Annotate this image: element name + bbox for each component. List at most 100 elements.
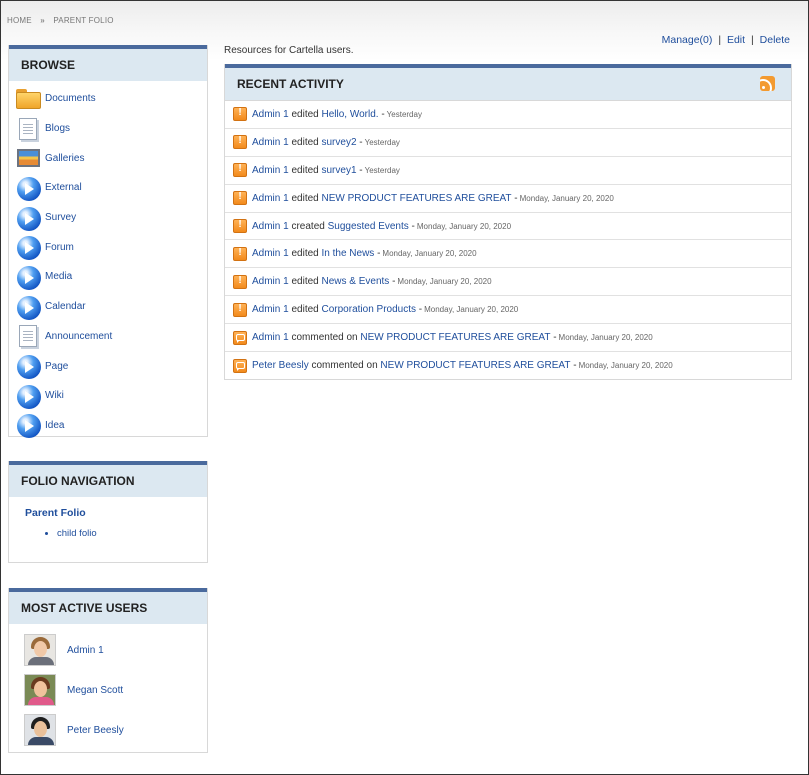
page-frame: HOME » PARENT FOLIO Manage(0) | Edit | D… bbox=[0, 0, 809, 775]
browse-item-label[interactable]: Media bbox=[45, 271, 72, 282]
browse-item-label[interactable]: External bbox=[45, 182, 82, 193]
globe-icon bbox=[16, 235, 42, 261]
activity-list: Admin 1 edited Hello, World. -Yesterday … bbox=[225, 101, 791, 380]
browse-item-label[interactable]: Survey bbox=[45, 212, 76, 223]
activity-user-link[interactable]: Admin 1 bbox=[252, 193, 289, 204]
alert-icon bbox=[233, 274, 247, 289]
activity-target-link[interactable]: NEW PRODUCT FEATURES ARE GREAT bbox=[380, 360, 570, 371]
browse-item-label[interactable]: Announcement bbox=[45, 331, 112, 342]
activity-target-link[interactable]: News & Events bbox=[322, 276, 390, 287]
activity-item: Admin 1 edited News & Events -Monday, Ja… bbox=[225, 268, 791, 297]
folio-child-item: child folio bbox=[57, 528, 207, 539]
admin-links: Manage(0) | Edit | Delete bbox=[662, 34, 790, 46]
browse-item-label[interactable]: Idea bbox=[45, 420, 64, 431]
breadcrumb-separator: » bbox=[40, 16, 45, 25]
user-name-link[interactable]: Peter Beesly bbox=[67, 725, 124, 736]
browse-item-label[interactable]: Forum bbox=[45, 242, 74, 253]
activity-target-link[interactable]: In the News bbox=[322, 248, 375, 259]
browse-item-announcement[interactable]: Announcement bbox=[16, 322, 207, 352]
activity-user-link[interactable]: Admin 1 bbox=[252, 109, 289, 120]
browse-item-label[interactable]: Galleries bbox=[45, 153, 84, 164]
alert-icon bbox=[233, 191, 247, 206]
document-icon bbox=[16, 324, 42, 348]
browse-item-label[interactable]: Page bbox=[45, 361, 68, 372]
active-users-box: MOST ACTIVE USERS Admin 1 Megan Scott Pe… bbox=[8, 588, 208, 753]
activity-action: edited bbox=[291, 276, 319, 288]
recent-activity-panel: RECENT ACTIVITY Admin 1 edited Hello, Wo… bbox=[224, 64, 792, 380]
activity-user-link[interactable]: Admin 1 bbox=[252, 137, 289, 148]
avatar[interactable] bbox=[24, 714, 56, 746]
alert-icon bbox=[233, 135, 247, 150]
activity-action: created bbox=[291, 220, 325, 232]
avatar[interactable] bbox=[24, 674, 56, 706]
browse-item-documents[interactable]: Documents bbox=[16, 84, 207, 114]
user-item: Admin 1 bbox=[24, 630, 207, 670]
activity-user-link[interactable]: Admin 1 bbox=[252, 332, 289, 343]
browse-item-label[interactable]: Documents bbox=[45, 93, 96, 104]
activity-item: Admin 1 commented on NEW PRODUCT FEATURE… bbox=[225, 324, 791, 353]
activity-user-link[interactable]: Admin 1 bbox=[252, 248, 289, 259]
browse-item-galleries[interactable]: Galleries bbox=[16, 143, 207, 173]
recent-activity-title: RECENT ACTIVITY bbox=[237, 77, 344, 91]
alert-icon bbox=[233, 302, 247, 317]
manage-link[interactable]: Manage(0) bbox=[662, 34, 713, 46]
globe-icon bbox=[16, 265, 42, 290]
activity-target-link[interactable]: survey2 bbox=[322, 137, 357, 148]
browse-item-idea[interactable]: Idea bbox=[16, 411, 207, 441]
activity-date: Monday, January 20, 2020 bbox=[397, 277, 492, 287]
avatar[interactable] bbox=[24, 634, 56, 666]
folio-parent-link[interactable]: Parent Folio bbox=[25, 507, 86, 519]
browse-item-media[interactable]: Media bbox=[16, 262, 207, 292]
breadcrumb-current: PARENT FOLIO bbox=[53, 16, 114, 25]
browse-box: BROWSE Documents Blogs Galleries Externa… bbox=[8, 45, 208, 439]
breadcrumb: HOME » PARENT FOLIO bbox=[7, 16, 114, 25]
alert-icon bbox=[233, 246, 247, 261]
activity-target-link[interactable]: Hello, World. bbox=[322, 109, 379, 120]
gallery-icon bbox=[16, 146, 42, 170]
user-name-link[interactable]: Megan Scott bbox=[67, 685, 123, 696]
activity-target-link[interactable]: Suggested Events bbox=[328, 221, 409, 232]
activity-date: Monday, January 20, 2020 bbox=[382, 249, 477, 259]
browse-item-external[interactable]: External bbox=[16, 173, 207, 203]
folio-child-link[interactable]: child folio bbox=[57, 528, 97, 539]
activity-target-link[interactable]: survey1 bbox=[322, 165, 357, 176]
comment-icon bbox=[233, 358, 247, 373]
browse-item-page[interactable]: Page bbox=[16, 351, 207, 381]
browse-item-label[interactable]: Wiki bbox=[45, 390, 64, 401]
activity-target-link[interactable]: NEW PRODUCT FEATURES ARE GREAT bbox=[322, 193, 512, 204]
admin-separator: | bbox=[718, 34, 722, 46]
browse-item-label[interactable]: Calendar bbox=[45, 301, 86, 312]
browse-item-forum[interactable]: Forum bbox=[16, 232, 207, 262]
user-item: Megan Scott bbox=[24, 670, 207, 710]
intro-text: Resources for Cartella users. bbox=[224, 45, 354, 56]
browse-item-survey[interactable]: Survey bbox=[16, 203, 207, 233]
activity-user-link[interactable]: Admin 1 bbox=[252, 304, 289, 315]
globe-icon bbox=[16, 295, 42, 320]
activity-date: Yesterday bbox=[364, 137, 400, 147]
rss-icon[interactable] bbox=[760, 76, 775, 91]
browse-title: BROWSE bbox=[9, 45, 207, 81]
document-icon bbox=[16, 117, 42, 141]
edit-link[interactable]: Edit bbox=[727, 34, 745, 46]
breadcrumb-home[interactable]: HOME bbox=[7, 16, 32, 25]
alert-icon bbox=[233, 219, 247, 233]
activity-date: Yesterday bbox=[364, 165, 400, 175]
browse-item-wiki[interactable]: Wiki bbox=[16, 381, 207, 411]
globe-icon bbox=[16, 354, 42, 380]
activity-user-link[interactable]: Peter Beesly bbox=[252, 360, 309, 371]
delete-link[interactable]: Delete bbox=[760, 34, 790, 46]
browse-item-calendar[interactable]: Calendar bbox=[16, 292, 207, 322]
activity-action: edited bbox=[291, 192, 319, 204]
activity-target-link[interactable]: Corporation Products bbox=[322, 304, 417, 315]
activity-action: edited bbox=[291, 164, 319, 176]
activity-target-link[interactable]: NEW PRODUCT FEATURES ARE GREAT bbox=[360, 332, 550, 343]
activity-user-link[interactable]: Admin 1 bbox=[252, 276, 289, 287]
activity-user-link[interactable]: Admin 1 bbox=[252, 221, 289, 232]
browse-item-blogs[interactable]: Blogs bbox=[16, 114, 207, 144]
browse-item-label[interactable]: Blogs bbox=[45, 123, 70, 134]
activity-item: Peter Beesly commented on NEW PRODUCT FE… bbox=[225, 352, 791, 380]
alert-icon bbox=[233, 107, 247, 122]
user-name-link[interactable]: Admin 1 bbox=[67, 645, 104, 656]
activity-user-link[interactable]: Admin 1 bbox=[252, 165, 289, 176]
recent-activity-header: RECENT ACTIVITY bbox=[225, 64, 791, 101]
